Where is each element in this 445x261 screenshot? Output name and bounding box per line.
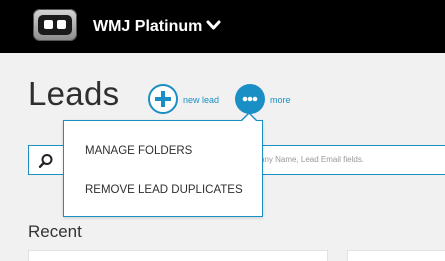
logo-eye-left bbox=[44, 20, 53, 29]
logo-eye-right bbox=[57, 20, 66, 29]
recent-card[interactable] bbox=[28, 250, 328, 261]
search-placeholder: any Name, Lead Email fields. bbox=[260, 155, 365, 164]
new-lead-label[interactable]: new lead bbox=[183, 95, 219, 105]
menu-item-remove-lead-duplicates[interactable]: REMOVE LEAD DUPLICATES bbox=[85, 184, 243, 196]
more-menu: MANAGE FOLDERS REMOVE LEAD DUPLICATES bbox=[63, 120, 263, 217]
ellipsis-icon bbox=[242, 96, 258, 102]
more-label[interactable]: more bbox=[270, 95, 291, 105]
plus-icon bbox=[155, 91, 171, 107]
menu-caret-fill bbox=[242, 114, 256, 121]
chevron-down-icon[interactable] bbox=[206, 20, 221, 31]
menu-item-manage-folders[interactable]: MANAGE FOLDERS bbox=[85, 145, 192, 157]
recent-card[interactable] bbox=[347, 250, 445, 261]
logo-face bbox=[38, 15, 72, 35]
account-name[interactable]: WMJ Platinum bbox=[93, 18, 202, 36]
search-icon bbox=[38, 154, 53, 169]
top-navigation-bar: WMJ Platinum bbox=[0, 0, 445, 53]
more-button[interactable] bbox=[235, 84, 265, 114]
page-title: Leads bbox=[28, 75, 120, 112]
recent-heading: Recent bbox=[28, 222, 82, 241]
new-lead-button[interactable] bbox=[148, 84, 178, 114]
robot-logo-icon[interactable] bbox=[33, 9, 77, 41]
